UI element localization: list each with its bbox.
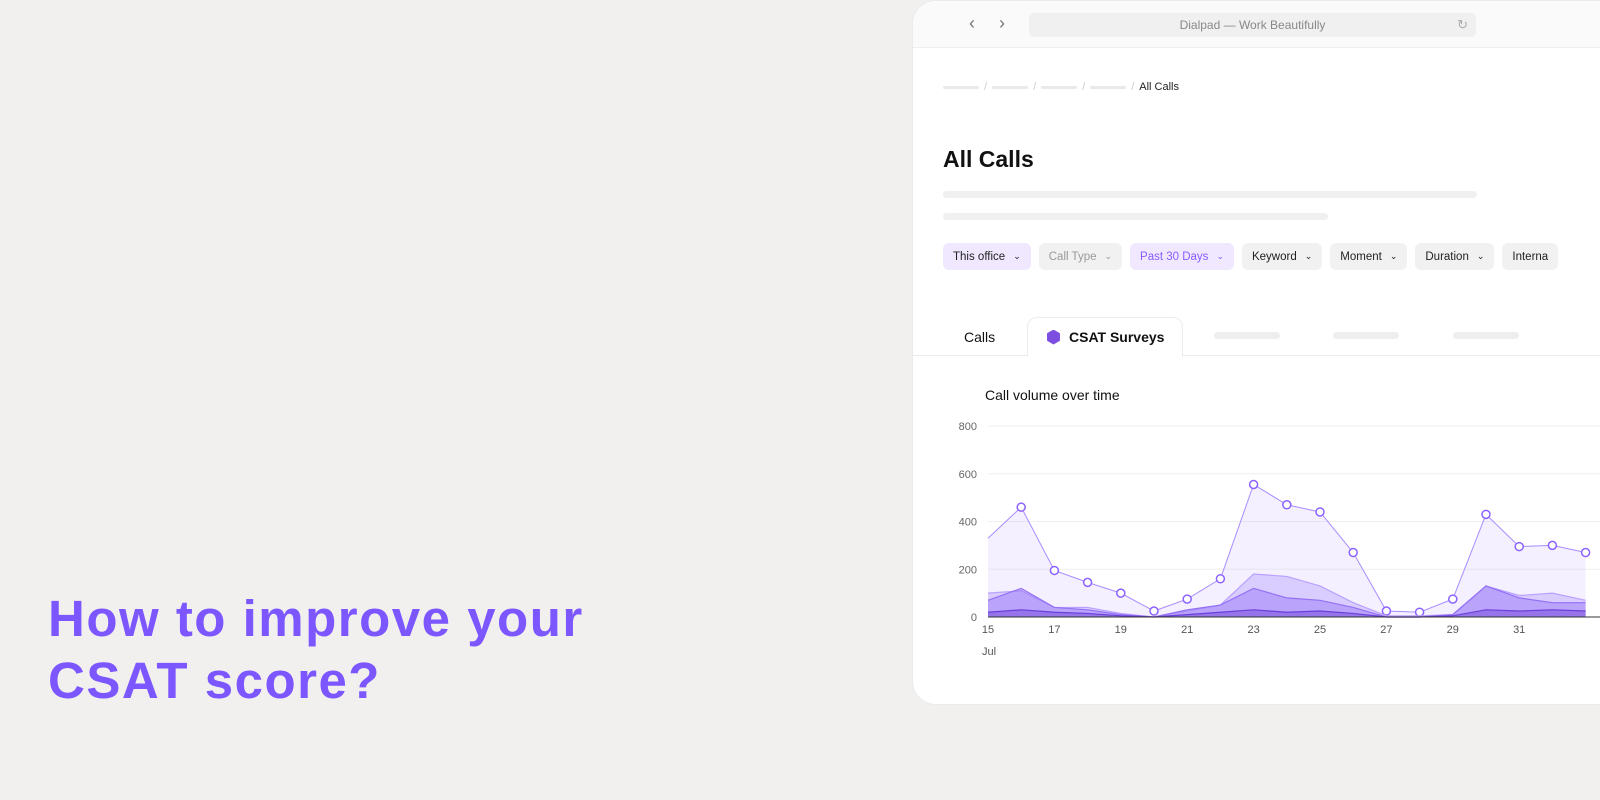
x-tick-label: 25 xyxy=(1314,624,1326,636)
tab-bar: Calls CSAT Surveys xyxy=(913,317,1600,357)
call-volume-chart: 0 200 400 600 800 15 17 19 21 23 25 27 29 31 Jul xyxy=(959,421,1600,658)
chevron-down-icon: ⌄ xyxy=(1104,251,1113,261)
breadcrumb-current: All Calls xyxy=(1139,81,1179,93)
data-point xyxy=(1149,606,1159,616)
chevron-down-icon: ⌄ xyxy=(1476,251,1485,261)
filter-label: Keyword xyxy=(1251,250,1297,263)
page-title: All Calls xyxy=(943,146,1034,172)
y-tick-label: 400 xyxy=(959,517,977,529)
breadcrumb: / / / / All Calls xyxy=(943,81,1179,93)
filter-duration[interactable]: Duration ⌄ xyxy=(1415,243,1495,270)
filter-bar: This office ⌄ Call Type ⌄ Past 30 Days ⌄ Keywo… xyxy=(943,243,1559,270)
headline-line-1: How to improve your xyxy=(48,590,584,647)
data-point xyxy=(1248,479,1259,490)
data-point xyxy=(1016,502,1026,512)
data-point xyxy=(1049,565,1060,576)
filter-moment[interactable]: Moment ⌄ xyxy=(1330,243,1408,270)
filter-label: Duration xyxy=(1425,250,1469,263)
data-point xyxy=(1348,547,1358,558)
y-tick-label: 200 xyxy=(959,564,977,576)
data-point xyxy=(1514,541,1524,552)
browser-window: ‹ › Dialpad — Work Beautifully ↻ / / / / Al… xyxy=(912,0,1600,705)
filter-interna[interactable]: Interna xyxy=(1502,243,1559,270)
data-point xyxy=(1282,500,1292,510)
tab-csat-surveys[interactable]: CSAT Surveys xyxy=(1027,317,1184,357)
x-tick-label: 27 xyxy=(1380,624,1392,636)
placeholder-line xyxy=(943,191,1477,198)
headline-line-2: CSAT score? xyxy=(48,652,381,709)
chevron-left-icon[interactable]: ‹ xyxy=(969,13,975,34)
chevron-down-icon: ⌄ xyxy=(1216,251,1224,261)
data-point xyxy=(1448,594,1458,604)
data-point xyxy=(1182,594,1192,604)
filter-this-office[interactable]: This office ⌄ xyxy=(943,243,1031,270)
placeholder-line xyxy=(943,213,1328,220)
tab-calls[interactable]: Calls xyxy=(964,317,995,356)
y-tick-label: 800 xyxy=(959,421,977,433)
browser-toolbar: ‹ › Dialpad — Work Beautifully ↻ xyxy=(913,1,1600,48)
address-bar[interactable]: Dialpad — Work Beautifully ↻ xyxy=(1029,13,1476,37)
reload-icon[interactable]: ↻ xyxy=(1457,13,1468,37)
filter-label: Call Type xyxy=(1048,250,1097,263)
y-tick-label: 0 xyxy=(971,612,977,624)
data-point xyxy=(1315,507,1325,517)
data-point xyxy=(1082,577,1093,588)
filter-label: Interna xyxy=(1512,250,1549,263)
x-tick-label: 29 xyxy=(1447,624,1459,636)
url-title: Dialpad — Work Beautifully xyxy=(1179,18,1326,32)
x-tick-label: 21 xyxy=(1181,624,1193,636)
x-tick-label: 17 xyxy=(1048,624,1060,636)
x-tick-label: 15 xyxy=(982,624,994,636)
x-tick-label: 23 xyxy=(1247,624,1259,636)
filter-label: This office xyxy=(953,250,1006,263)
x-tick-label: 19 xyxy=(1115,624,1127,636)
tab-label: Calls xyxy=(964,328,996,345)
x-axis-label: Jul xyxy=(982,646,996,658)
filter-label: Past 30 Days xyxy=(1140,250,1209,263)
filter-keyword[interactable]: Keyword ⌄ xyxy=(1241,243,1323,270)
chevron-right-icon[interactable]: › xyxy=(999,13,1005,34)
data-point xyxy=(1481,509,1491,520)
x-tick-label: 31 xyxy=(1513,624,1525,636)
data-point xyxy=(1580,547,1591,558)
data-point xyxy=(1215,574,1226,584)
chevron-down-icon: ⌄ xyxy=(1304,251,1313,261)
chevron-down-icon: ⌄ xyxy=(1013,251,1021,261)
csat-hex-icon xyxy=(1047,329,1060,345)
data-point xyxy=(1381,606,1392,616)
data-point xyxy=(1414,607,1425,617)
chevron-down-icon: ⌄ xyxy=(1389,251,1398,261)
y-tick-label: 600 xyxy=(959,469,977,481)
headline: How to improve your CSAT score? xyxy=(48,588,584,712)
filter-call-type[interactable]: Call Type ⌄ xyxy=(1038,243,1123,270)
data-point xyxy=(1116,588,1126,598)
data-point xyxy=(1547,540,1558,551)
filter-past-30-days[interactable]: Past 30 Days ⌄ xyxy=(1130,243,1234,270)
filter-label: Moment xyxy=(1340,250,1382,263)
tab-label: CSAT Surveys xyxy=(1069,329,1165,345)
